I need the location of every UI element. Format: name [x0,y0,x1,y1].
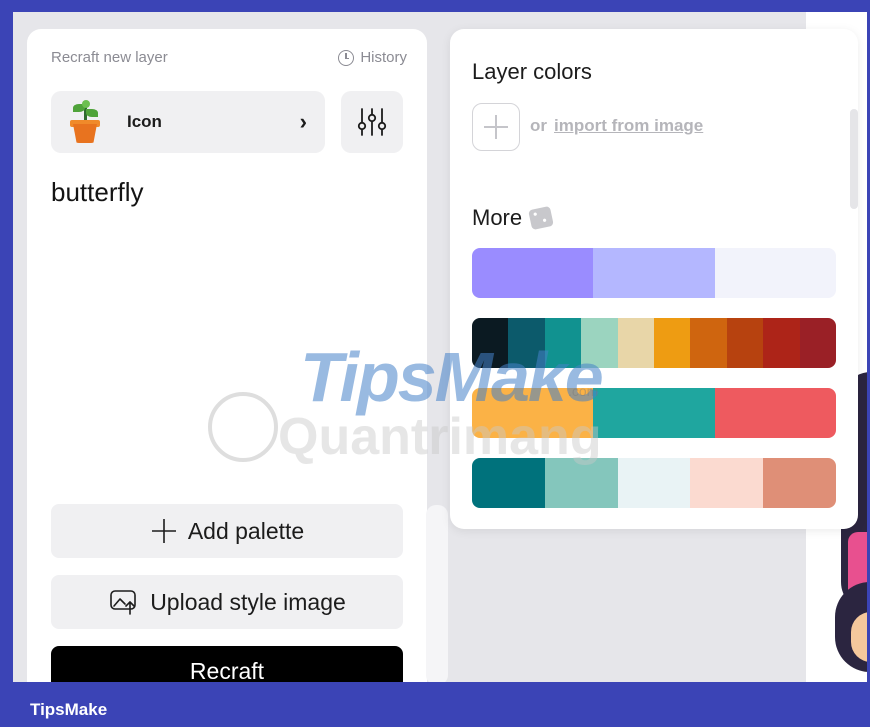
palette-option[interactable] [472,388,836,438]
color-swatch [508,318,545,368]
popover-scrollbar[interactable] [850,109,858,209]
more-label: More [472,205,523,230]
footer-bar: TipsMake [0,688,870,727]
sliders-icon [357,108,387,136]
palette-option[interactable] [472,458,836,508]
panel-title: Recraft new layer [51,49,168,66]
color-swatch [690,458,764,508]
color-swatch [593,388,715,438]
history-label: History [360,49,407,66]
upload-style-label: Upload style image [150,588,346,615]
clock-icon [338,49,355,66]
color-swatch [726,318,764,368]
style-label: Icon [127,112,162,131]
color-swatch [654,318,691,368]
color-swatch [714,388,836,438]
footer-brand: TipsMake [30,700,108,719]
add-palette-label: Add palette [187,517,305,544]
prompt-input[interactable]: butterfly [51,177,144,208]
settings-button[interactable] [341,91,403,153]
color-swatch [581,318,618,368]
color-swatch [472,458,545,508]
chevron-right-icon: › [299,109,307,134]
add-color-button[interactable] [472,103,520,151]
recraft-label: Recraft [189,658,265,682]
app-stage: Recraft new layer History Icon › butterf… [13,12,867,682]
plus-icon [151,519,176,543]
color-swatch [690,318,727,368]
color-swatch [593,248,715,298]
recraft-panel: Recraft new layer History Icon › butterf… [27,29,427,682]
palette-option[interactable] [472,318,836,368]
more-palettes-title: More [472,205,554,231]
color-swatch [472,248,594,298]
color-swatch [763,458,836,508]
layer-colors-title: Layer colors [472,59,592,84]
upload-style-button[interactable]: Upload style image [51,575,403,629]
layer-colors-popover: Layer colors or import from image More [450,29,858,529]
history-button[interactable]: History [338,49,407,66]
color-swatch [617,458,691,508]
add-palette-button[interactable]: Add palette [51,504,403,558]
palette-option[interactable] [472,248,836,298]
dice-icon[interactable] [528,205,554,231]
panel-header: Recraft new layer History [51,47,407,69]
style-selector[interactable]: Icon › [51,91,325,153]
import-from-image-link[interactable]: import from image [554,116,703,136]
color-swatch [472,318,509,368]
color-swatch [799,318,836,368]
color-swatch [544,318,582,368]
panel-scroll-track[interactable] [426,505,448,682]
color-swatch [617,318,655,368]
or-text: or [530,116,547,135]
plant-pot-icon [67,100,103,144]
color-swatch [714,248,836,298]
color-swatch [763,318,800,368]
recraft-button[interactable]: Recraft [51,646,403,682]
upload-image-icon [110,590,136,615]
color-swatch [472,388,594,438]
color-swatch [544,458,618,508]
